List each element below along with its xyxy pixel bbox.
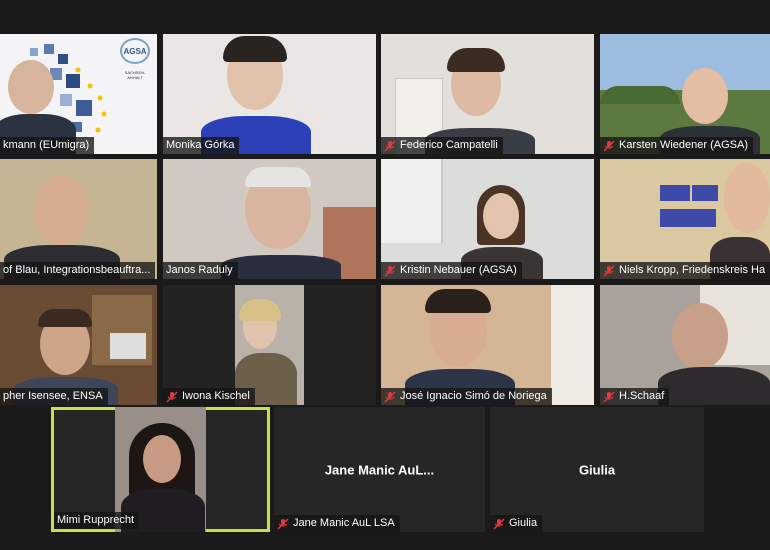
video-tile-iwona[interactable]: Iwona Kischel <box>163 285 376 405</box>
karsten-video <box>600 34 770 154</box>
muted-mic-icon <box>603 265 615 276</box>
muted-mic-icon <box>166 391 178 402</box>
video-tile-giulia[interactable]: Giulia Giulia <box>490 407 704 532</box>
participant-name: of Blau, Integrationsbeauftra... <box>0 262 156 279</box>
video-tile-kristin[interactable]: Kristin Nebauer (AGSA) <box>381 159 594 279</box>
participant-name: pher Isensee, ENSA <box>0 388 108 405</box>
janos-video <box>163 159 376 279</box>
agsa-logo-subtext: SACHSEN-ANHALT <box>124 70 146 80</box>
participant-name: Jane Manic AuL LSA <box>274 515 400 532</box>
muted-mic-icon <box>603 140 615 151</box>
muted-mic-icon <box>384 265 396 276</box>
video-tile-niels[interactable]: Niels Kropp, Friedenskreis Ha <box>600 159 770 279</box>
participant-name: Monika Górka <box>163 137 240 154</box>
participant-name: Kristin Nebauer (AGSA) <box>381 262 522 279</box>
participant-name: José Ignacio Simó de Noriega <box>381 388 552 405</box>
participant-name: H.Schaaf <box>600 388 670 405</box>
video-tile-jane[interactable]: Jane Manic AuL... Jane Manic AuL LSA <box>274 407 485 532</box>
participant-name: Karsten Wiedener (AGSA) <box>600 137 753 154</box>
muted-mic-icon <box>277 518 289 529</box>
muted-mic-icon <box>603 391 615 402</box>
video-tile-jose[interactable]: José Ignacio Simó de Noriega <box>381 285 594 405</box>
isensee-video <box>0 285 157 405</box>
iwona-video <box>235 285 304 405</box>
muted-mic-icon <box>384 140 396 151</box>
participant-name: kmann (EUmigra) <box>0 137 95 154</box>
video-tile-monika[interactable]: Monika Górka <box>163 34 376 154</box>
participant-name: Federico Campatelli <box>381 137 503 154</box>
muted-mic-icon <box>493 518 505 529</box>
agsa-logo: AGSA SACHSEN-ANHALT <box>118 38 152 80</box>
kristin-video <box>381 159 594 279</box>
participant-name: Iwona Kischel <box>163 388 255 405</box>
participant-name: Janos Raduly <box>163 262 238 279</box>
participant-name: Mimi Rupprecht <box>54 512 140 529</box>
video-tile-karsten[interactable]: Karsten Wiedener (AGSA) <box>600 34 770 154</box>
video-tile-isensee[interactable]: pher Isensee, ENSA <box>0 285 157 405</box>
federico-video <box>381 34 594 154</box>
participant-title: Giulia <box>578 462 616 477</box>
agsa-logo-text: AGSA <box>123 47 147 56</box>
participant-title: Jane Manic AuL... <box>324 462 435 477</box>
blau-video <box>0 159 157 279</box>
video-tile-blau[interactable]: of Blau, Integrationsbeauftra... <box>0 159 157 279</box>
video-tile-mimi-active-speaker[interactable]: Mimi Rupprecht <box>51 407 270 532</box>
video-tile-eumigra[interactable]: AGSA SACHSEN-ANHALT kmann (EUmigra) <box>0 34 157 154</box>
video-tile-federico[interactable]: Federico Campatelli <box>381 34 594 154</box>
schaaf-video <box>600 285 770 405</box>
video-tile-janos[interactable]: Janos Raduly <box>163 159 376 279</box>
participant-name: Niels Kropp, Friedenskreis Ha <box>600 262 770 279</box>
eumigra-video: AGSA SACHSEN-ANHALT <box>0 34 157 154</box>
participant-name: Giulia <box>490 515 543 532</box>
monika-video <box>163 34 376 154</box>
niels-video <box>600 159 770 279</box>
video-tile-schaaf[interactable]: H.Schaaf <box>600 285 770 405</box>
muted-mic-icon <box>384 391 396 402</box>
jose-video <box>381 285 594 405</box>
